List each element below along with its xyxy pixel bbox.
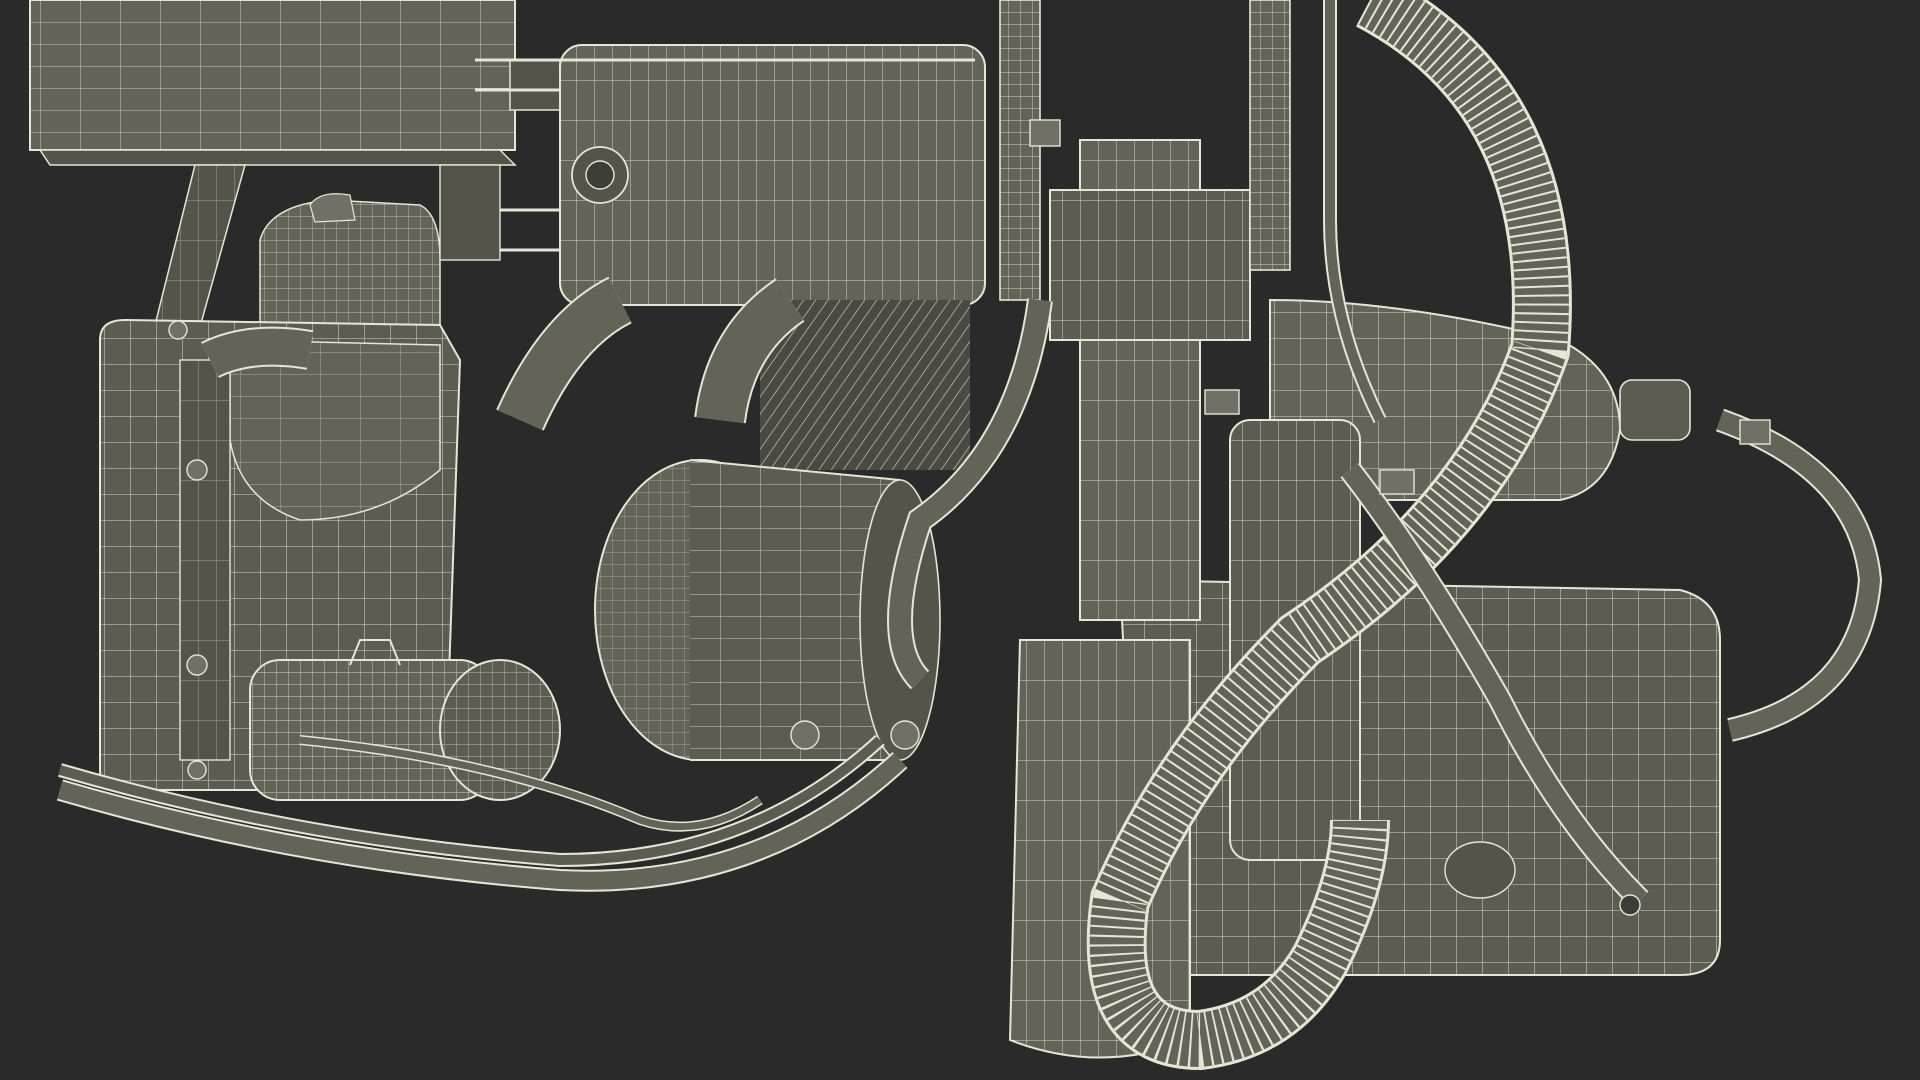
upper-housing [29,0,561,166]
wireframe-render [29,0,1883,1071]
fuel-tank [259,193,441,331]
support-bracket [149,164,246,346]
render-viewport [0,0,1920,1080]
